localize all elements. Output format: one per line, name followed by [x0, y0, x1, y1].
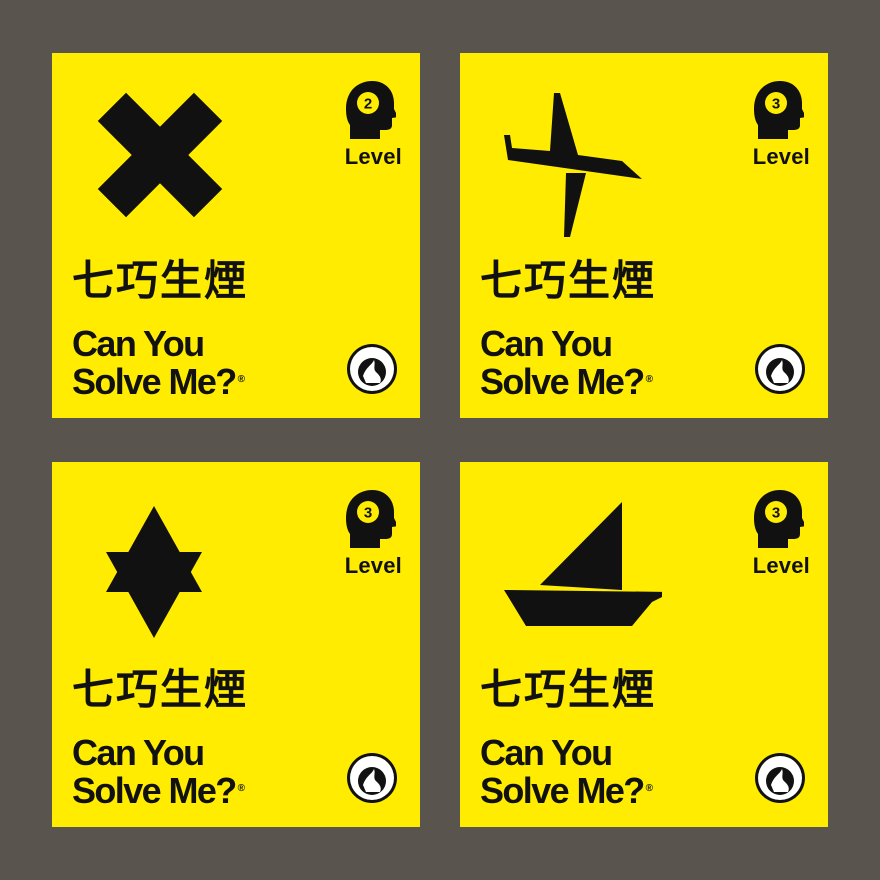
puzzle-card-airplane[interactable]: 3 Level 七巧生煙 Can You Solve Me? ® [460, 53, 828, 418]
puzzle-card-star[interactable]: 3 Level 七巧生煙 Can You Solve Me? ® [52, 462, 420, 827]
english-title-line1: Can You [72, 323, 205, 364]
registered-mark: ® [237, 783, 246, 794]
english-title-line2: Solve Me? ® [72, 770, 246, 811]
level-number: 3 [772, 96, 780, 113]
english-title-line2: Solve Me? ® [72, 361, 246, 402]
level-label: Level [344, 553, 402, 578]
english-title-line2: Solve Me? ® [480, 361, 654, 402]
head-level-icon: 3 [346, 490, 396, 548]
english-title: Can You Solve Me? ® [480, 325, 653, 401]
level-number: 2 [364, 96, 372, 113]
airplane-icon [504, 93, 642, 237]
registered-mark: ® [237, 374, 246, 385]
english-title: Can You Solve Me? ® [480, 734, 653, 810]
swan-panasia-games-logo [347, 753, 397, 803]
chinese-title: 七巧生煙 [72, 256, 249, 305]
level-number: 3 [772, 505, 780, 522]
level-label: Level [752, 553, 810, 578]
swan-panasia-games-logo [755, 344, 805, 394]
english-title-line1: Can You [480, 323, 613, 364]
chinese-title: 七巧生煙 [480, 256, 657, 305]
head-level-icon: 3 [754, 81, 804, 139]
sailboat-icon [504, 502, 662, 626]
english-title-line2: Solve Me? ® [480, 770, 654, 811]
star-icon [106, 506, 202, 638]
head-level-icon: 3 [754, 490, 804, 548]
puzzle-card-sailboat[interactable]: 3 Level 七巧生煙 Can You Solve Me? ® [460, 462, 828, 827]
registered-mark: ® [645, 374, 654, 385]
level-number: 3 [364, 505, 372, 522]
english-title-line1: Can You [480, 732, 613, 773]
level-label: Level [752, 144, 810, 169]
level-label: Level [344, 144, 402, 169]
english-title: Can You Solve Me? ® [72, 734, 245, 810]
swan-panasia-games-logo [755, 753, 805, 803]
english-title-line1: Can You [72, 732, 205, 773]
swan-panasia-games-logo [347, 344, 397, 394]
head-level-icon: 2 [346, 81, 396, 139]
puzzle-card-cross[interactable]: 2 Level 七巧生煙 Can You Solve Me? ® [52, 53, 420, 418]
chinese-title: 七巧生煙 [72, 665, 249, 714]
chinese-title: 七巧生煙 [480, 665, 657, 714]
english-title: Can You Solve Me? ® [72, 325, 245, 401]
registered-mark: ® [645, 783, 654, 794]
cross-icon [97, 92, 223, 218]
